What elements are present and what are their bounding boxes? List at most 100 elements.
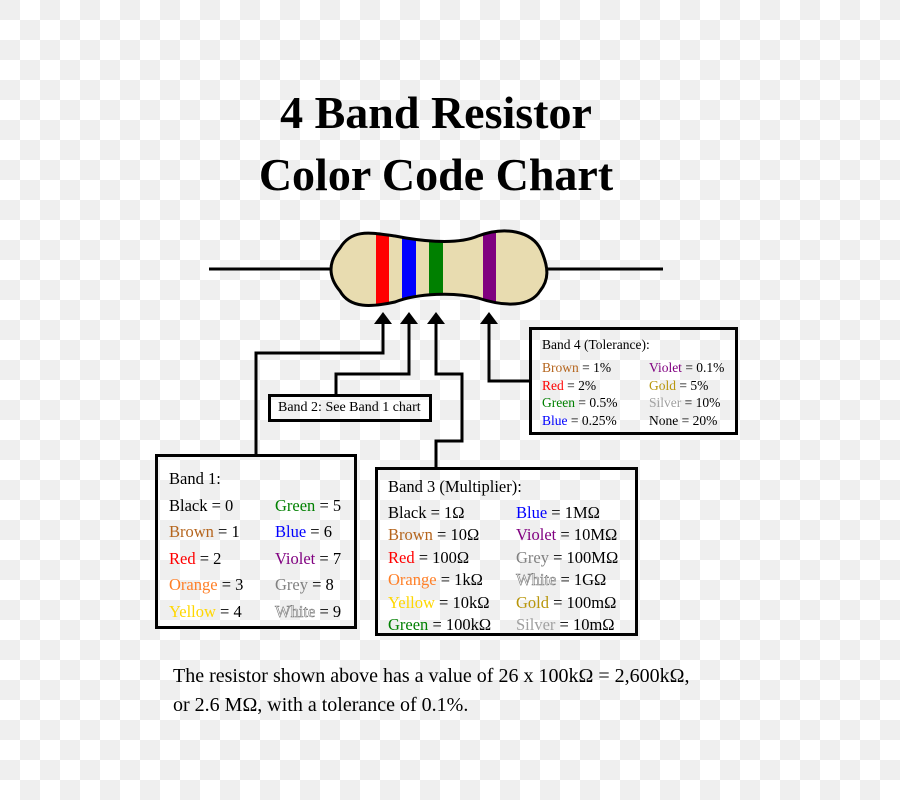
color-code-entry: Violet = 0.1%	[649, 355, 749, 375]
color-value: = 0	[207, 496, 234, 515]
color-name: Yellow	[169, 601, 216, 621]
note-line-2: or 2.6 MΩ, with a tolerance of 0.1%.	[173, 694, 469, 716]
color-value: = 10Ω	[432, 525, 480, 545]
color-code-entry: Black = 1Ω	[388, 500, 516, 522]
color-name: None	[649, 412, 679, 428]
color-name: Orange	[388, 570, 437, 590]
color-band-3	[429, 230, 443, 306]
color-value: = 100kΩ	[428, 614, 492, 634]
color-name: Silver	[516, 614, 556, 634]
color-name: White	[516, 570, 557, 590]
arrow-up-icon	[374, 312, 392, 324]
color-name: Green	[388, 614, 429, 634]
note-line-1: The resistor shown above has a value of …	[173, 665, 690, 687]
color-value: = 8	[307, 575, 334, 595]
color-value: = 4	[215, 601, 242, 621]
color-value: = 100Ω	[414, 547, 470, 567]
example-note: The resistor shown above has a value of …	[173, 662, 793, 720]
color-value: = 1	[213, 522, 240, 542]
color-code-entry: None = 20%	[649, 408, 749, 428]
band3-table: Black = 1Ω Blue = 1MΩ Brown = 10Ω Violet = …	[388, 500, 635, 634]
color-name: Orange	[169, 575, 218, 595]
color-code-entry: Red = 2	[169, 546, 275, 572]
color-code-entry: Brown = 1%	[542, 355, 649, 375]
band2-box: Band 2: See Band 1 chart	[268, 394, 432, 422]
color-value: = 100mΩ	[549, 592, 617, 612]
band3-connector	[427, 312, 464, 468]
color-value: = 2	[195, 548, 222, 568]
color-code-entry: Green = 100kΩ	[388, 612, 516, 634]
color-name: Blue	[275, 522, 307, 542]
color-name: Black	[388, 503, 427, 522]
color-value: = 6	[306, 522, 332, 542]
color-value: = 100MΩ	[548, 547, 619, 567]
color-code-entry: Silver = 10mΩ	[516, 612, 644, 634]
color-code-entry: Red = 2%	[542, 373, 649, 393]
color-value: = 9	[315, 601, 342, 621]
color-band-1	[376, 230, 389, 306]
band3-heading: Band 3 (Multiplier):	[388, 477, 522, 496]
band4-connector	[480, 312, 530, 383]
color-code-entry: Silver = 10%	[649, 390, 749, 410]
band1-table: Black = 0 Green = 5 Brown = 1 Blue = 6 Red =…	[169, 493, 354, 625]
color-name: Blue	[516, 503, 548, 522]
color-name: Violet	[275, 548, 316, 568]
color-code-entry: Grey = 100MΩ	[516, 545, 644, 567]
color-code-entry: Gold = 5%	[649, 373, 749, 393]
arrow-up-icon	[427, 312, 445, 324]
color-code-entry: Blue = 6	[275, 519, 365, 545]
color-code-entry: Red = 100Ω	[388, 545, 516, 567]
color-name: Grey	[516, 547, 549, 567]
color-code-entry: Orange = 1kΩ	[388, 567, 516, 589]
color-value: = 1GΩ	[556, 570, 607, 590]
band1-heading: Band 1:	[169, 469, 221, 488]
color-code-entry: Black = 0	[169, 493, 275, 519]
color-code-entry: Yellow = 4	[169, 599, 275, 625]
color-value: = 20%	[678, 412, 718, 428]
color-code-entry: Violet = 10MΩ	[516, 522, 644, 544]
band3-multiplier-box: Band 3 (Multiplier): Black = 1Ω Blue = 1M…	[375, 467, 638, 636]
band1-digit-box: Band 1: Black = 0 Green = 5 Brown = 1 Blue …	[155, 454, 357, 629]
color-name: Yellow	[388, 592, 435, 612]
color-code-entry: White = 9	[275, 599, 365, 625]
color-name: Brown	[169, 522, 214, 542]
color-value: = 7	[315, 548, 342, 568]
color-value: = 1kΩ	[436, 570, 483, 590]
color-name: Gold	[516, 592, 549, 612]
color-name: Brown	[388, 525, 433, 545]
color-code-entry: Brown = 1	[169, 519, 275, 545]
color-code-entry: White = 1GΩ	[516, 567, 644, 590]
band4-heading: Band 4 (Tolerance):	[542, 337, 650, 352]
color-name: Violet	[516, 525, 557, 545]
arrow-up-icon	[400, 312, 418, 324]
color-code-entry: Orange = 3	[169, 572, 275, 598]
color-value: = 10kΩ	[434, 592, 490, 612]
band4-table: Brown = 1% Violet = 0.1% Red = 2% Gold = 5%…	[542, 355, 735, 428]
color-code-entry: Grey = 8	[275, 572, 365, 598]
band2-label: Band 2: See Band 1 chart	[278, 400, 421, 415]
band1-connector	[254, 312, 392, 455]
color-name: Red	[169, 548, 196, 568]
color-name: Grey	[275, 575, 308, 595]
color-code-entry: Gold = 100mΩ	[516, 590, 644, 612]
color-code-entry: Green = 5	[275, 493, 365, 519]
color-code-entry: Blue = 0.25%	[542, 408, 649, 428]
color-value: = 0.25%	[567, 412, 617, 428]
color-code-entry: Blue = 1MΩ	[516, 500, 644, 522]
band4-tolerance-box: Band 4 (Tolerance): Brown = 1% Violet = 0…	[529, 327, 738, 435]
color-value: = 1MΩ	[547, 503, 600, 522]
color-code-entry: Yellow = 10kΩ	[388, 590, 516, 612]
color-code-entry: Brown = 10Ω	[388, 522, 516, 544]
color-value: = 3	[217, 575, 244, 595]
color-value: = 10MΩ	[556, 525, 618, 545]
arrow-up-icon	[480, 312, 498, 324]
color-value: = 5	[315, 496, 342, 515]
color-name: Red	[388, 547, 415, 567]
color-value: = 10mΩ	[555, 614, 615, 634]
color-name: Green	[275, 496, 316, 515]
color-name: Blue	[542, 412, 568, 428]
color-value: = 1Ω	[426, 503, 465, 522]
color-code-entry: Violet = 7	[275, 546, 365, 572]
color-name: White	[275, 601, 316, 621]
color-name: Black	[169, 496, 208, 515]
